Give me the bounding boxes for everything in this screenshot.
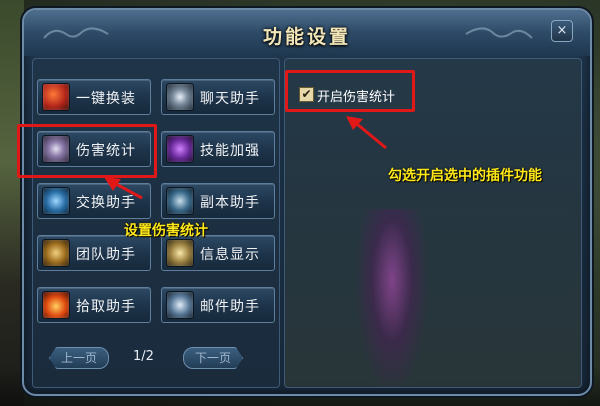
arrow-to-damage-stats-icon (104, 177, 143, 200)
annotation-arrows (104, 116, 387, 200)
annotation-enable-plugin: 勾选开启选中的插件功能 (388, 168, 542, 184)
arrow-to-checkbox-icon (346, 116, 387, 150)
annotation-set-damage-stats: 设置伤害统计 (124, 223, 208, 239)
